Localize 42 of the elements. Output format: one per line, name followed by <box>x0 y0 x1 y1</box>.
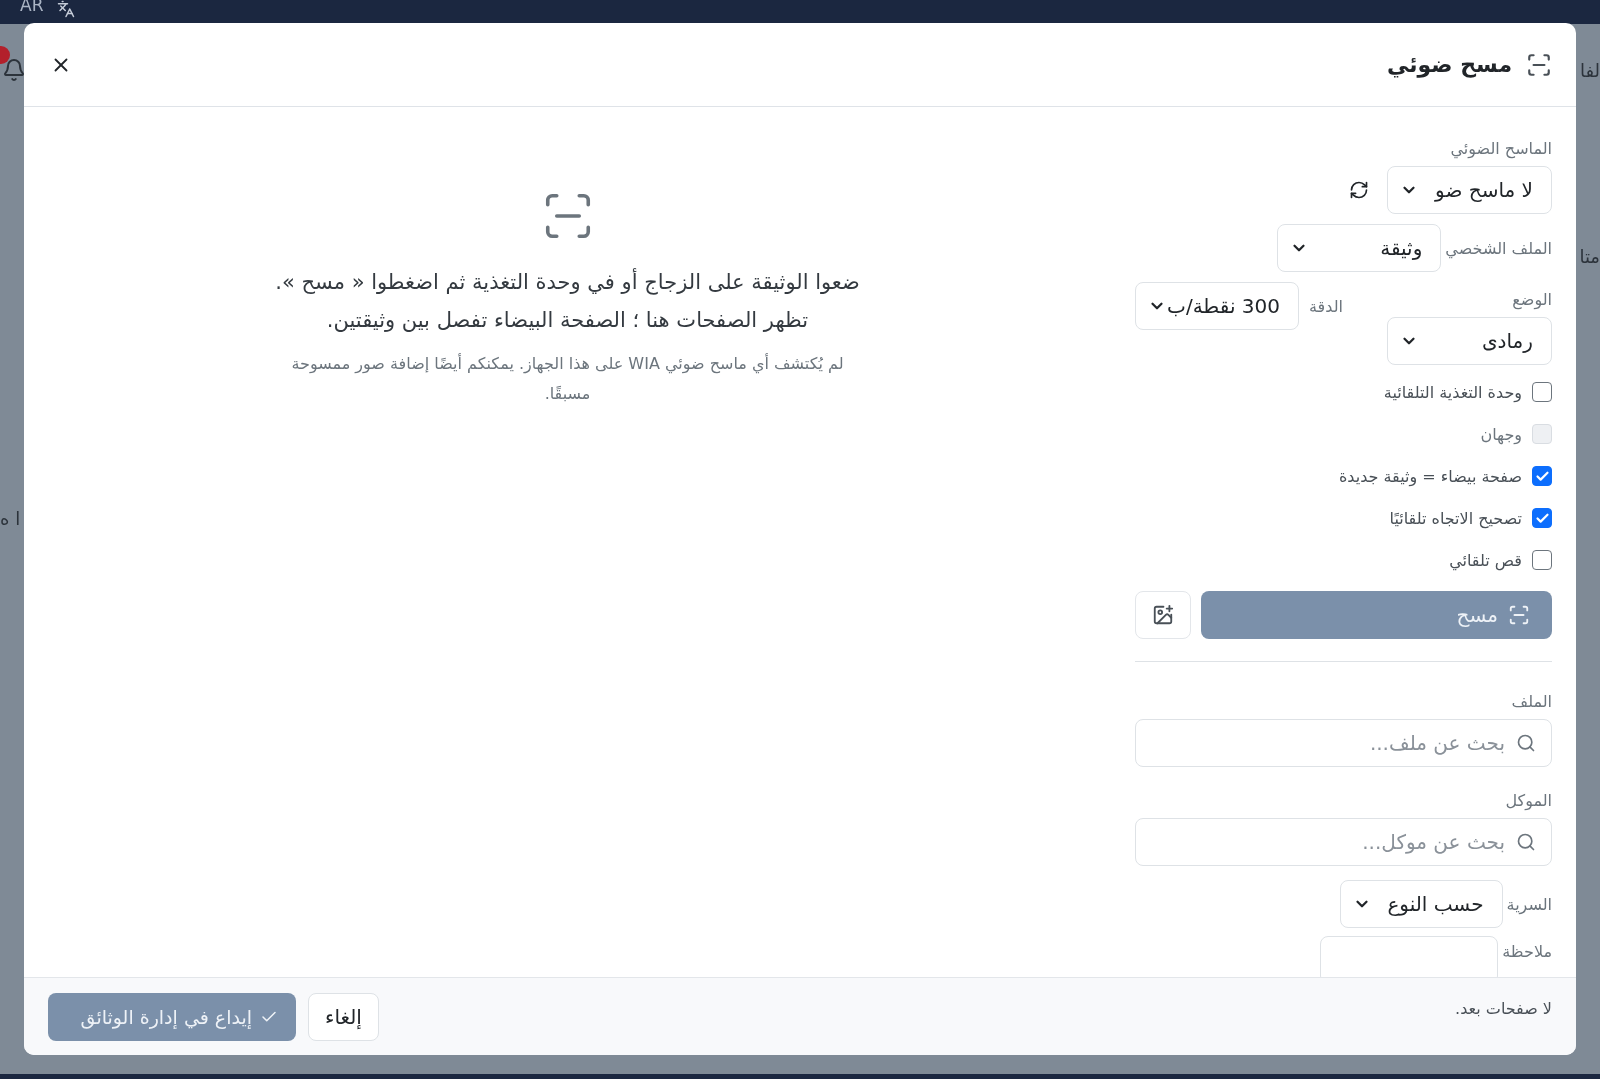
mode-select[interactable]: رمادى <box>1387 317 1552 365</box>
scan-icon <box>1526 51 1552 78</box>
background-text: ا ه <box>0 508 21 529</box>
cancel-button[interactable]: إلغاء <box>308 992 379 1041</box>
background-text: لفا <box>1579 60 1600 81</box>
checkbox-label: وجهان <box>1480 424 1522 444</box>
refresh-button[interactable] <box>1349 180 1369 200</box>
checkbox[interactable] <box>1532 382 1552 402</box>
field-label: الدقة <box>1309 296 1343 316</box>
search-icon <box>1516 733 1536 753</box>
status-text: لا صفحات بعد. <box>1455 999 1552 1018</box>
scanner-select[interactable]: لا ماسح ضو <box>1387 166 1552 214</box>
search-icon <box>1516 832 1536 852</box>
translate-icon[interactable] <box>57 0 76 18</box>
checkbox-label: صفحة بيضاء = وثيقة جديدة <box>1338 466 1522 486</box>
field-label: الموكل <box>1504 791 1552 810</box>
instruction-text: ضعوا الوثيقة على الزجاج أو في وحدة التغذية ثم اضغطوا « مسح ». <box>275 267 860 297</box>
client-search-field[interactable]: بحث عن موكل... <box>1135 818 1552 866</box>
dialog-title: مسح ضوئي <box>1386 52 1512 77</box>
checkbox-label: قص تلقائي <box>1449 550 1522 570</box>
confidentiality-select[interactable]: حسب النوع <box>1339 880 1503 928</box>
checkbox[interactable] <box>1532 550 1552 570</box>
field-label: الملف الشخصي <box>1445 238 1552 258</box>
bell-icon[interactable] <box>2 58 26 82</box>
file-search-field[interactable]: بحث عن ملف... <box>1135 719 1552 767</box>
checkbox[interactable] <box>1532 508 1552 528</box>
field-label: الوضع <box>1512 290 1552 309</box>
checkbox-label: وحدة التغذية التلقائية <box>1383 382 1522 402</box>
field-label: الماسح الضوئي <box>1450 139 1552 158</box>
scan-icon <box>1508 604 1530 626</box>
profile-select[interactable]: وثيقة <box>1277 224 1442 272</box>
field-label: ملاحظة <box>1502 942 1552 961</box>
hint-text: لم يُكتشف أي ماسح ضوئي WIA على هذا الجهاز. يمكنكم أيضًا إضافة صور ممسوحة مسبقًا. <box>290 352 845 405</box>
background-text: متا <box>1579 246 1600 267</box>
add-image-button[interactable] <box>1135 591 1191 639</box>
resolution-select[interactable]: 300 نقطة/ب <box>1135 282 1299 330</box>
checkbox[interactable] <box>1532 466 1552 486</box>
field-label: الملف <box>1510 692 1552 711</box>
checkbox-label: تصحيح الاتجاه تلقائيًا <box>1389 508 1522 528</box>
image-plus-icon <box>1152 604 1174 626</box>
instruction-text: تظهر الصفحات هنا ؛ الصفحة البيضاء تفصل بين وثيقتين. <box>325 307 810 334</box>
field-label: السرية <box>1506 894 1552 914</box>
